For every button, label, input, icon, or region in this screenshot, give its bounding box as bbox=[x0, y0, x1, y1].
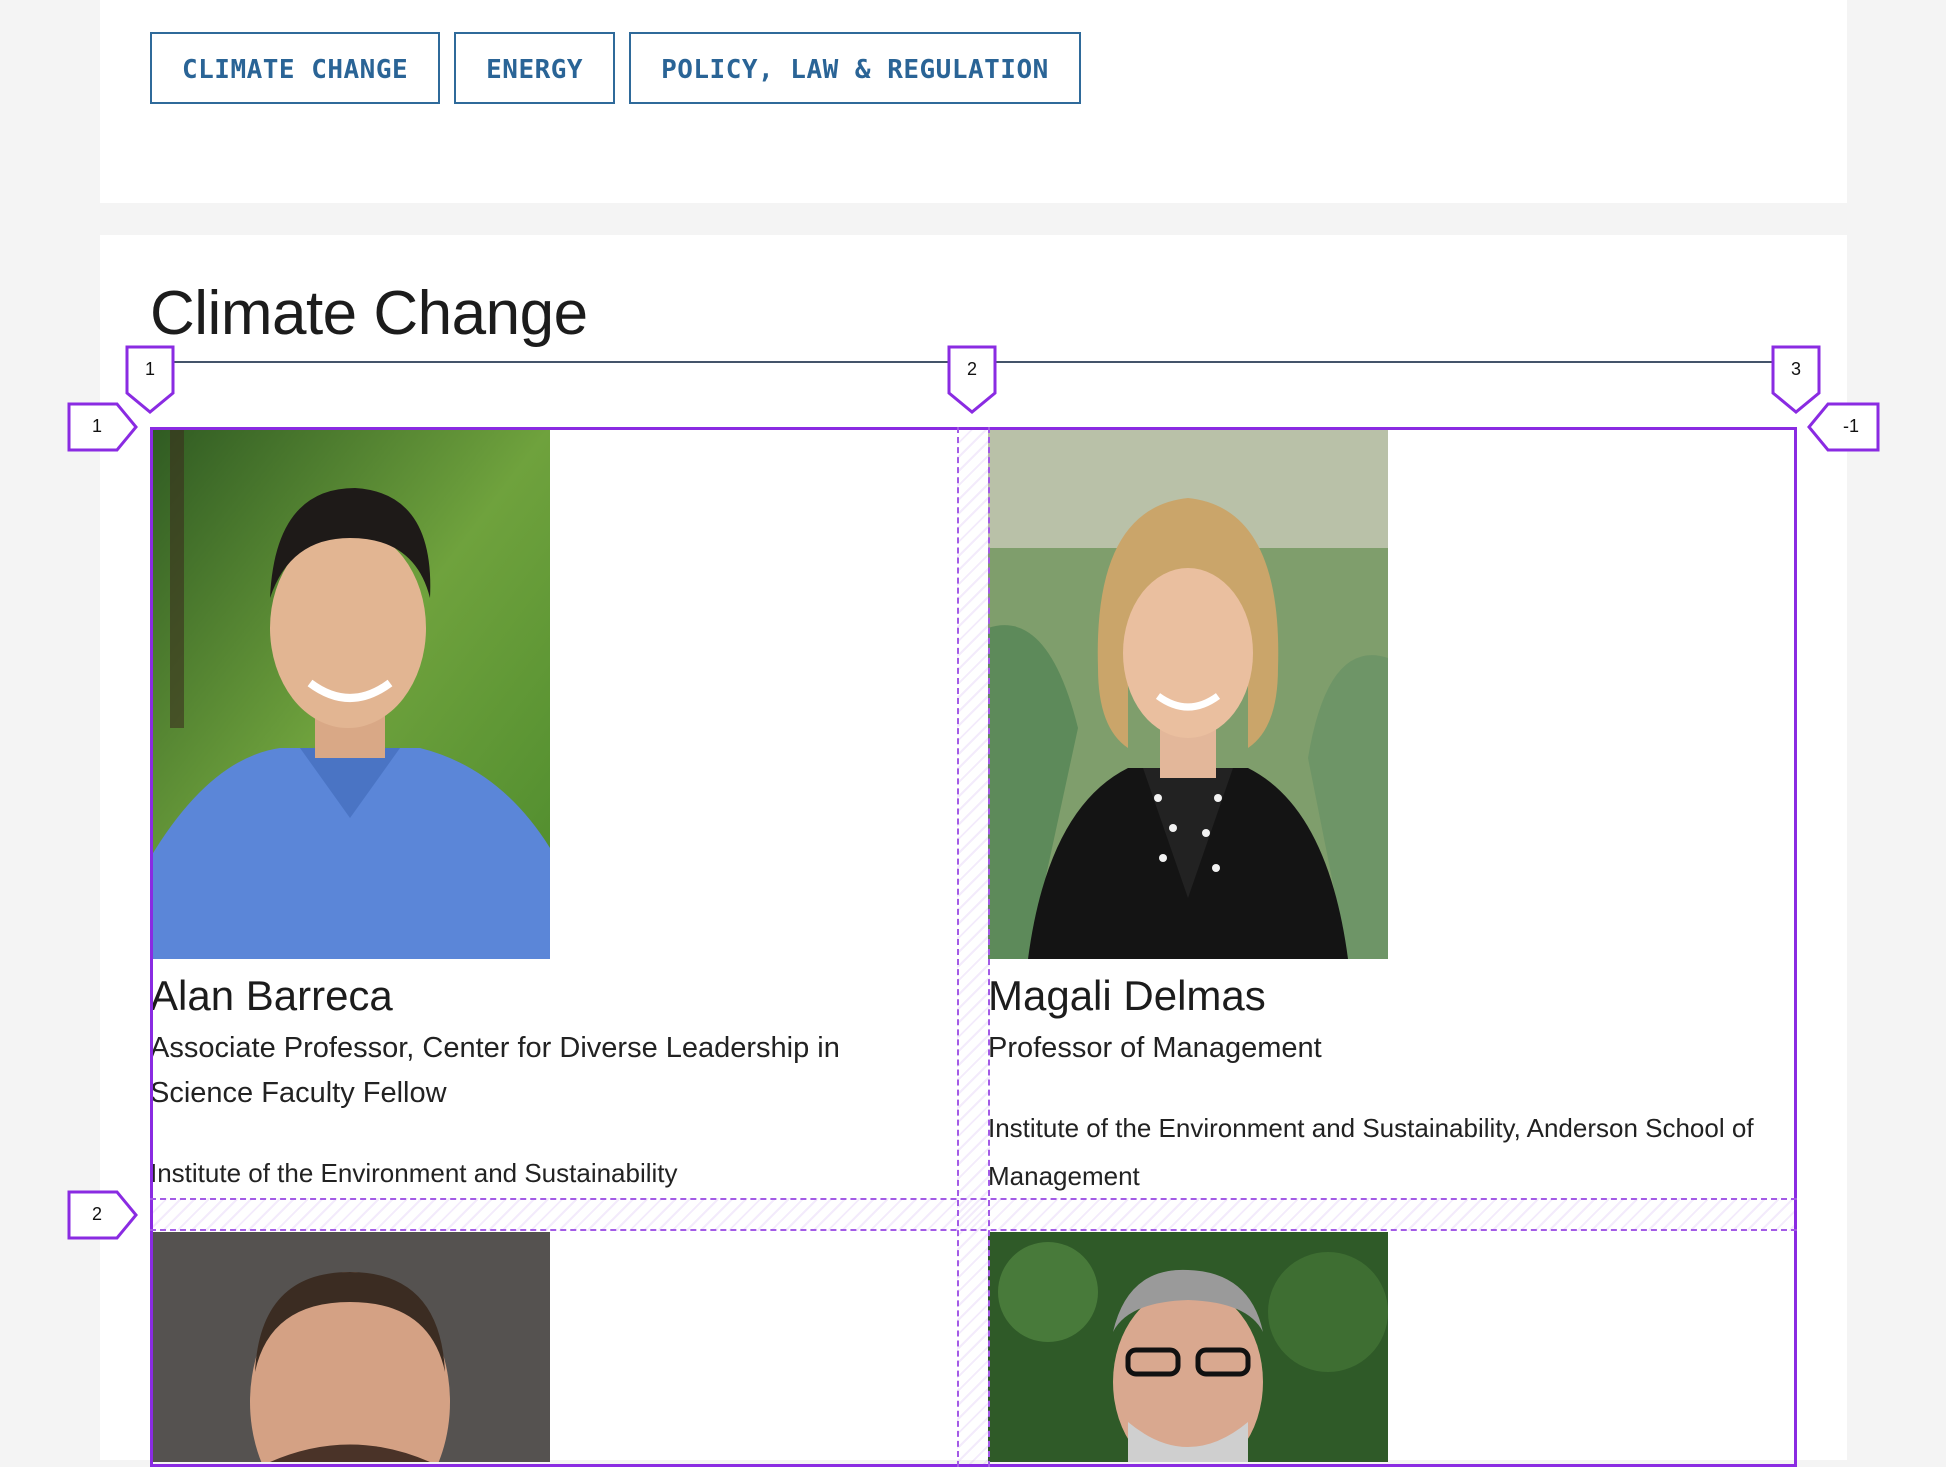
person-name[interactable]: Magali Delmas bbox=[988, 972, 1266, 1020]
person-card-1[interactable]: Alan Barreca Associate Professor, Center… bbox=[150, 0, 950, 1462]
person-title: Associate Professor, Center for Diverse … bbox=[150, 1032, 840, 1109]
grid-column-marker-2: 2 bbox=[947, 345, 997, 415]
grid-row-marker-1: 1 bbox=[67, 402, 139, 452]
person-photo-row2-col2[interactable] bbox=[988, 1232, 1388, 1462]
person-name[interactable]: Alan Barreca bbox=[150, 972, 393, 1020]
person-title: Professor of Management bbox=[988, 1032, 1322, 1064]
person-photo-row2-col1[interactable] bbox=[150, 1232, 550, 1462]
person-card-2[interactable]: Magali Delmas Professor of Management In… bbox=[988, 0, 1798, 1462]
person-photo-alan-barreca[interactable] bbox=[150, 428, 550, 959]
person-department: Institute of the Environment and Sustain… bbox=[988, 1113, 1754, 1191]
person-department: Institute of the Environment and Sustain… bbox=[150, 1158, 678, 1188]
grid-row-marker-end: -1 bbox=[1806, 402, 1880, 452]
grid-row-marker-2: 2 bbox=[67, 1190, 139, 1240]
person-photo-magali-delmas[interactable] bbox=[988, 428, 1388, 959]
